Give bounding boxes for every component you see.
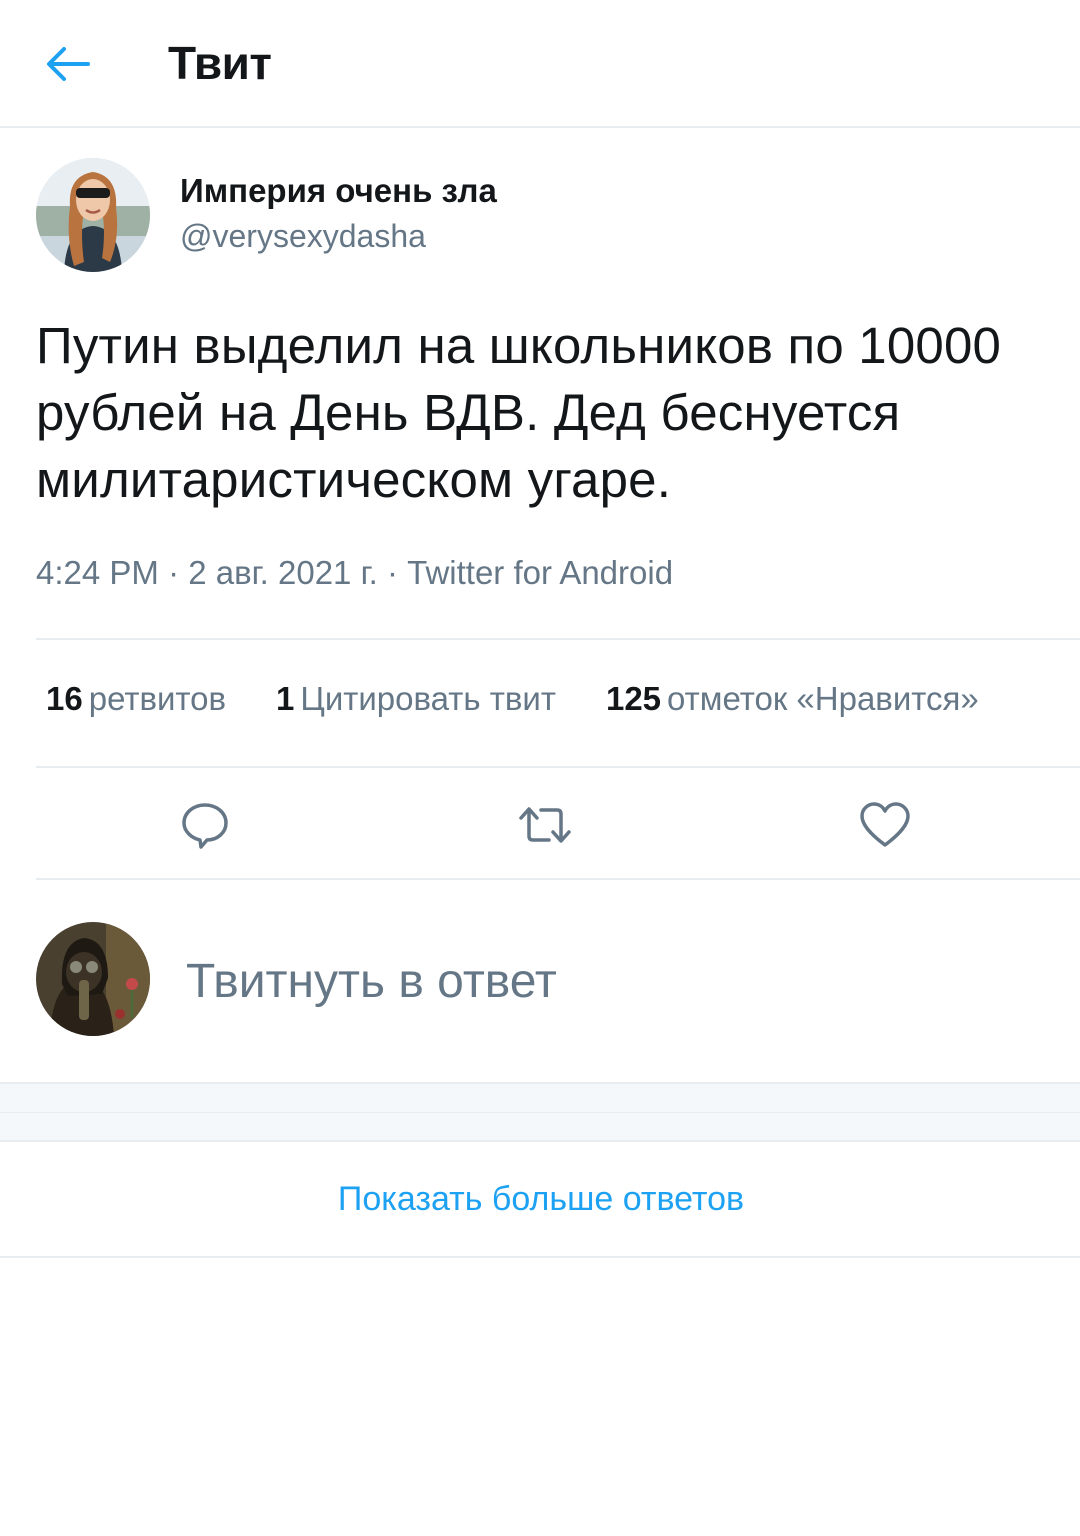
quotes-label: Цитировать твит xyxy=(300,680,556,717)
section-gap xyxy=(0,1082,1080,1142)
reply-compose: Твитнуть в ответ xyxy=(36,922,1080,1042)
show-more-replies: Показать больше ответов xyxy=(0,1142,1080,1258)
arrow-left-icon xyxy=(47,47,90,81)
tweet-source[interactable]: Twitter for Android xyxy=(407,554,673,591)
divider xyxy=(36,878,1080,880)
like-button[interactable] xyxy=(850,790,920,860)
tweet-meta: 4:24 PM · 2 авг. 2021 г. · Twitter for A… xyxy=(36,554,673,592)
retweet-button[interactable] xyxy=(510,790,580,860)
tweet-time[interactable]: 4:24 PM xyxy=(36,554,159,591)
reply-icon xyxy=(182,803,228,849)
likes-label: отметок «Нравится» xyxy=(667,680,979,717)
author-handle[interactable]: @verysexydasha xyxy=(180,218,426,255)
heart-icon xyxy=(860,802,910,847)
gap-line xyxy=(0,1112,1080,1113)
meta-separator: · xyxy=(386,554,408,591)
tweet-date[interactable]: 2 авг. 2021 г. xyxy=(188,554,378,591)
back-button[interactable] xyxy=(42,40,94,88)
tweet-author: Империя очень зла @verysexydasha xyxy=(36,158,1036,274)
likes-stat[interactable]: 125 отметок «Нравится» xyxy=(606,680,979,718)
quotes-count: 1 xyxy=(276,680,295,717)
user-avatar[interactable] xyxy=(36,922,150,1036)
retweet-icon xyxy=(519,807,571,843)
retweets-label: ретвитов xyxy=(88,680,227,717)
author-name[interactable]: Империя очень зла xyxy=(180,172,497,210)
likes-count: 125 xyxy=(605,680,662,717)
quotes-stat[interactable]: 1 Цитировать твит xyxy=(276,680,556,718)
retweets-count: 16 xyxy=(46,680,83,717)
show-more-replies-link[interactable]: Показать больше ответов xyxy=(338,1180,744,1219)
page-title: Твит xyxy=(168,37,272,89)
divider xyxy=(36,766,1080,768)
divider xyxy=(36,638,1080,640)
tweet-text: Путин выделил на школьников по 10000 руб… xyxy=(36,317,1002,508)
reply-button[interactable] xyxy=(170,790,240,860)
retweets-stat[interactable]: 16 ретвитов xyxy=(46,680,226,718)
tweet-stats: 16 ретвитов 1 Цитировать твит 125 отметок «… xyxy=(46,680,1029,718)
top-bar: Твит xyxy=(0,0,1080,128)
action-bar xyxy=(0,790,1080,860)
reply-input[interactable]: Твитнуть в ответ xyxy=(186,954,557,1009)
meta-separator: · xyxy=(168,554,189,591)
author-avatar[interactable] xyxy=(36,158,150,272)
